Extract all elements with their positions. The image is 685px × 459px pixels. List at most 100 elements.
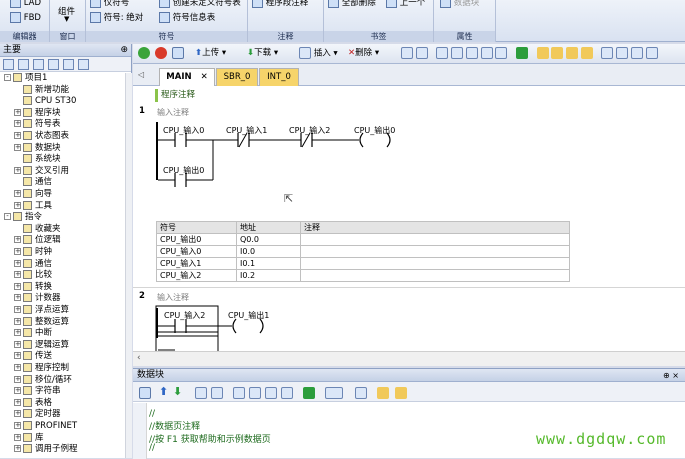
tab-int0[interactable]: INT_0	[259, 68, 299, 86]
branch-icon[interactable]	[480, 47, 493, 59]
tree-item[interactable]: 新增功能	[14, 84, 69, 96]
arrow-icon[interactable]	[645, 47, 658, 59]
tree-item[interactable]: + PROFINET	[14, 421, 77, 432]
symbol-absolute-button[interactable]: 符号: 绝对	[90, 11, 143, 23]
download-button[interactable]: ⬇下载 ▾	[247, 47, 278, 60]
tree-item[interactable]: 通信	[14, 177, 52, 188]
collapse-icon[interactable]: -	[4, 213, 11, 221]
tree-item[interactable]: + 位逻辑	[14, 235, 61, 246]
expand-icon[interactable]: +	[14, 259, 21, 267]
pin-icon[interactable]: ⊕	[120, 44, 128, 57]
tab-main[interactable]: MAIN ✕	[159, 68, 215, 86]
expand-icon[interactable]: +	[14, 143, 21, 151]
expand-icon[interactable]: +	[14, 352, 21, 360]
tree-item[interactable]: + 整数运算	[14, 316, 69, 328]
tree-item[interactable]: + 程序控制	[14, 363, 69, 374]
chevron-down-icon[interactable]: ▼	[64, 15, 69, 23]
symbol-only-button[interactable]: 仅符号	[90, 0, 129, 8]
network-icon[interactable]	[401, 47, 413, 59]
tool-icon[interactable]	[233, 387, 245, 399]
tab-sbr0[interactable]: SBR_0	[216, 68, 258, 86]
view-icon[interactable]	[48, 59, 59, 70]
horizontal-scrollbar[interactable]: ‹	[133, 351, 685, 366]
chevron-left-icon[interactable]: ‹	[137, 353, 141, 363]
line-icon[interactable]	[495, 47, 508, 59]
tree-item[interactable]: CPU ST30	[14, 96, 76, 107]
tree-item[interactable]: + 逻辑运算	[14, 339, 69, 351]
tool-icon[interactable]	[355, 387, 367, 399]
datablock-line[interactable]: //数据页注释	[149, 419, 200, 432]
insert-button[interactable]: 插入 ▾	[299, 47, 338, 61]
create-undefined-symbol-table-button[interactable]: 创建未定义符号表	[159, 0, 241, 8]
tree-item[interactable]: + 符号表	[14, 119, 61, 130]
fbd-button[interactable]: FBD	[10, 12, 41, 23]
expand-icon[interactable]: +	[14, 340, 21, 348]
box-icon[interactable]	[465, 47, 478, 59]
tool-icon[interactable]	[281, 387, 293, 399]
expand-icon[interactable]: +	[14, 398, 21, 406]
datablock-button[interactable]: 数据块	[440, 0, 479, 8]
expand-icon[interactable]: +	[14, 306, 21, 313]
tree-item[interactable]: + 移位/循环	[14, 374, 72, 386]
compile-button[interactable]	[172, 47, 184, 61]
previous-bookmark-button[interactable]: 上一个	[386, 0, 425, 8]
symbol-info-table-button[interactable]: 符号信息表	[159, 11, 215, 23]
expand-icon[interactable]: +	[14, 120, 21, 128]
tool-icon[interactable]	[195, 387, 207, 399]
tree-item[interactable]: + 定时器	[14, 409, 61, 420]
network-icon[interactable]	[415, 47, 428, 59]
view-icon[interactable]	[33, 59, 44, 70]
lad-button[interactable]: LAD	[10, 0, 41, 8]
tree-item[interactable]: + 库	[14, 432, 44, 444]
tool-icon[interactable]	[265, 387, 277, 399]
expand-icon[interactable]: +	[14, 236, 21, 244]
tree-item[interactable]: + 通信	[14, 258, 52, 270]
compile-icon[interactable]	[139, 387, 151, 399]
expand-icon[interactable]: +	[14, 364, 21, 371]
tree-item[interactable]: + 比较	[14, 270, 52, 281]
tree-item[interactable]: - 指令	[4, 212, 42, 223]
view-icon[interactable]	[3, 59, 14, 70]
goto-icon[interactable]	[303, 387, 315, 399]
collapse-icon[interactable]: -	[4, 74, 11, 81]
expand-icon[interactable]: +	[14, 387, 21, 395]
expand-icon[interactable]: +	[14, 433, 21, 441]
lock-icon[interactable]	[536, 47, 549, 59]
tree-item[interactable]: + 表格	[14, 397, 52, 409]
delete-button[interactable]: ✕删除 ▾	[348, 47, 379, 60]
tree-scrollbar[interactable]	[125, 73, 132, 458]
chevron-left-icon[interactable]: ◁	[138, 70, 144, 79]
tool-icon[interactable]	[211, 387, 223, 399]
datablock-line[interactable]: //	[149, 409, 155, 419]
expand-icon[interactable]: +	[14, 329, 21, 337]
upload-arrow-icon[interactable]: ⬆	[159, 385, 168, 398]
tree-item[interactable]: + 浮点运算	[14, 305, 69, 316]
pin-close-icon[interactable]: ⊕ ×	[663, 369, 679, 382]
tree-item[interactable]: + 中断	[14, 328, 52, 339]
expand-icon[interactable]: +	[14, 317, 21, 325]
view-icon[interactable]	[18, 59, 29, 70]
delete-all-button[interactable]: 全部删除	[328, 0, 376, 8]
expand-icon[interactable]: +	[14, 132, 21, 139]
expand-icon[interactable]: +	[14, 190, 21, 197]
upload-button[interactable]: ⬆上传 ▾	[195, 47, 226, 60]
network-comment-button[interactable]: 程序段注释	[252, 0, 308, 8]
expand-icon[interactable]: +	[14, 271, 21, 279]
tree-item[interactable]: + 交叉引用	[14, 165, 69, 177]
contact-icon[interactable]	[436, 47, 449, 59]
tree-item[interactable]: + 状态图表	[14, 131, 69, 142]
datablock-line[interactable]: //按 F1 获取帮助和示例数据页	[149, 432, 271, 445]
download-arrow-icon[interactable]: ⬇	[173, 385, 182, 398]
arrow-icon[interactable]	[601, 47, 614, 59]
expand-icon[interactable]: +	[14, 166, 21, 174]
lock-icon[interactable]	[580, 47, 593, 59]
lock-icon[interactable]	[551, 47, 564, 59]
tree-item[interactable]: + 字符串	[14, 386, 61, 397]
close-icon[interactable]: ✕	[201, 72, 208, 82]
dropdown-icon[interactable]	[325, 387, 343, 399]
view-icon[interactable]	[78, 59, 89, 70]
lock-icon[interactable]	[566, 47, 579, 59]
tool-icon[interactable]	[395, 387, 407, 399]
expand-icon[interactable]: +	[14, 410, 21, 418]
tree-item[interactable]: + 向导	[14, 189, 52, 200]
